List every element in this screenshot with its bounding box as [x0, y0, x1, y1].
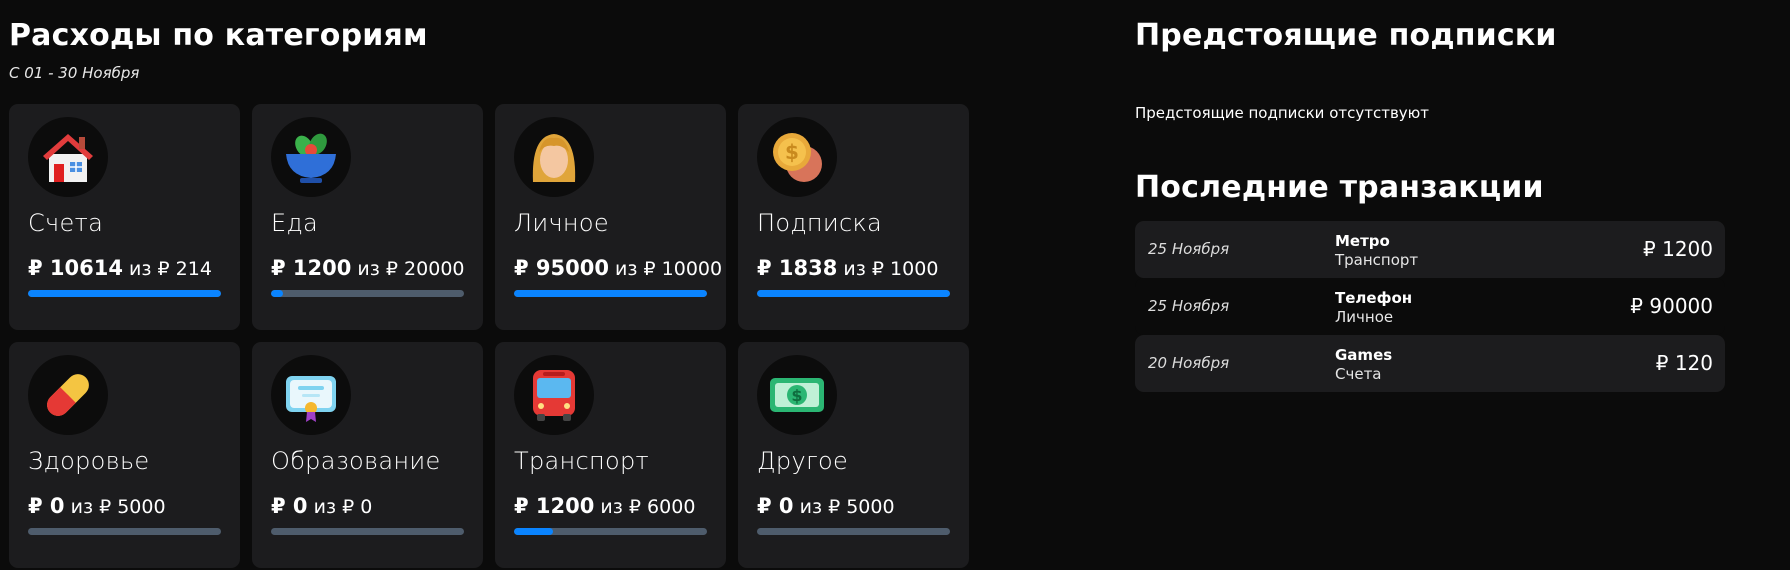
transaction-title: Games: [1335, 346, 1393, 364]
category-amount: ₽ 0 из ₽ 5000: [757, 494, 895, 518]
certificate-icon: [271, 355, 351, 435]
category-amount: ₽ 1838 из ₽ 1000: [757, 256, 938, 280]
transaction-category: Транспорт: [1335, 251, 1419, 269]
category-amount: ₽ 95000 из ₽ 10000: [514, 256, 722, 280]
pill-icon: [28, 355, 108, 435]
category-card-subscription[interactable]: $ Подписка ₽ 1838 из ₽ 1000: [738, 104, 969, 330]
transactions-title: Последние транзакции: [1135, 170, 1544, 205]
subscriptions-empty-text: Предстоящие подписки отсутствуют: [1135, 104, 1430, 122]
transaction-category: Личное: [1335, 308, 1394, 326]
budget-amount: ₽ 6000: [628, 496, 696, 518]
of-label: из: [799, 496, 823, 518]
transaction-date: 20 Ноября: [1148, 354, 1230, 372]
spent-amount: ₽ 0: [271, 494, 308, 518]
progress-bar: [28, 528, 221, 535]
transaction-title: Метро: [1335, 232, 1390, 250]
category-name: Счета: [28, 209, 104, 237]
category-name: Другое: [757, 447, 849, 475]
transaction-date: 25 Ноября: [1148, 297, 1230, 315]
progress-fill: [514, 528, 553, 535]
budget-amount: ₽ 5000: [99, 496, 166, 518]
categories-title: Расходы по категориям: [9, 18, 428, 53]
spent-amount: ₽ 10614: [28, 256, 123, 280]
person-icon: [514, 117, 594, 197]
budget-amount: ₽ 10000: [643, 258, 723, 280]
category-card-other[interactable]: $ Другое ₽ 0 из ₽ 5000: [738, 342, 969, 568]
progress-bar: [28, 290, 221, 297]
category-amount: ₽ 1200 из ₽ 6000: [514, 494, 695, 518]
category-amount: ₽ 0 из ₽ 0: [271, 494, 372, 518]
of-label: из: [313, 496, 337, 518]
budget-amount: ₽ 5000: [828, 496, 895, 518]
salad-bowl-icon: [271, 117, 351, 197]
budget-amount: ₽ 0: [342, 496, 373, 518]
svg-text:$: $: [785, 140, 799, 164]
of-label: из: [600, 496, 623, 518]
progress-bar: [271, 290, 464, 297]
progress-fill: [28, 290, 221, 297]
budget-amount: ₽ 214: [157, 258, 212, 280]
house-icon: [28, 117, 108, 197]
spent-amount: ₽ 0: [28, 494, 65, 518]
budget-amount: ₽ 1000: [871, 258, 939, 280]
transaction-row[interactable]: 20 Ноября Games Счета ₽ 120: [1135, 335, 1725, 392]
category-grid: Счета ₽ 10614 из ₽ 214 Еда ₽ 1200 из ₽ 2…: [9, 104, 973, 568]
transaction-category: Счета: [1335, 365, 1382, 383]
spent-amount: ₽ 1200: [514, 494, 595, 518]
budget-amount: ₽ 20000: [385, 258, 465, 280]
categories-section: Расходы по категориям С 01 - 30 Ноября С…: [9, 18, 973, 568]
subscriptions-title: Предстоящие подписки: [1135, 18, 1557, 53]
spent-amount: ₽ 0: [757, 494, 794, 518]
transaction-date: 25 Ноября: [1148, 240, 1230, 258]
transactions-list: 25 Ноября Метро Транспорт ₽ 1200 25 Нояб…: [1135, 221, 1725, 392]
bus-icon: [514, 355, 594, 435]
spent-amount: ₽ 1838: [757, 256, 838, 280]
svg-text:$: $: [791, 386, 802, 405]
progress-fill: [271, 290, 283, 297]
of-label: из: [70, 496, 94, 518]
progress-bar: [757, 528, 950, 535]
of-label: из: [843, 258, 866, 280]
transaction-amount: ₽ 120: [1655, 351, 1713, 375]
category-name: Еда: [271, 209, 319, 237]
progress-bar: [271, 528, 464, 535]
coins-icon: $: [757, 117, 837, 197]
category-amount: ₽ 10614 из ₽ 214: [28, 256, 212, 280]
category-amount: ₽ 1200 из ₽ 20000: [271, 256, 465, 280]
transaction-title: Телефон: [1335, 289, 1413, 307]
category-card-transport[interactable]: Транспорт ₽ 1200 из ₽ 6000: [495, 342, 726, 568]
sidebar-panel: Предстоящие подписки Предстоящие подписк…: [1135, 18, 1725, 392]
category-card-personal[interactable]: Личное ₽ 95000 из ₽ 10000: [495, 104, 726, 330]
category-name: Здоровье: [28, 447, 150, 475]
of-label: из: [129, 258, 152, 280]
progress-fill: [757, 290, 950, 297]
of-label: из: [357, 258, 380, 280]
category-name: Образование: [271, 447, 441, 475]
category-amount: ₽ 0 из ₽ 5000: [28, 494, 166, 518]
category-name: Транспорт: [514, 447, 649, 475]
spent-amount: ₽ 95000: [514, 256, 609, 280]
transaction-amount: ₽ 1200: [1643, 237, 1713, 261]
banknote-icon: $: [757, 355, 837, 435]
category-card-health[interactable]: Здоровье ₽ 0 из ₽ 5000: [9, 342, 240, 568]
spent-amount: ₽ 1200: [271, 256, 352, 280]
progress-bar: [757, 290, 950, 297]
category-card-bills[interactable]: Счета ₽ 10614 из ₽ 214: [9, 104, 240, 330]
category-card-food[interactable]: Еда ₽ 1200 из ₽ 20000: [252, 104, 483, 330]
category-card-education[interactable]: Образование ₽ 0 из ₽ 0: [252, 342, 483, 568]
progress-bar: [514, 528, 707, 535]
category-name: Подписка: [757, 209, 883, 237]
progress-bar: [514, 290, 707, 297]
transaction-row[interactable]: 25 Ноября Телефон Личное ₽ 90000: [1135, 278, 1725, 335]
of-label: из: [615, 258, 638, 280]
category-name: Личное: [514, 209, 609, 237]
period-label: С 01 - 30 Ноября: [9, 64, 140, 82]
transaction-amount: ₽ 90000: [1630, 294, 1713, 318]
progress-fill: [514, 290, 707, 297]
transaction-row[interactable]: 25 Ноября Метро Транспорт ₽ 1200: [1135, 221, 1725, 278]
